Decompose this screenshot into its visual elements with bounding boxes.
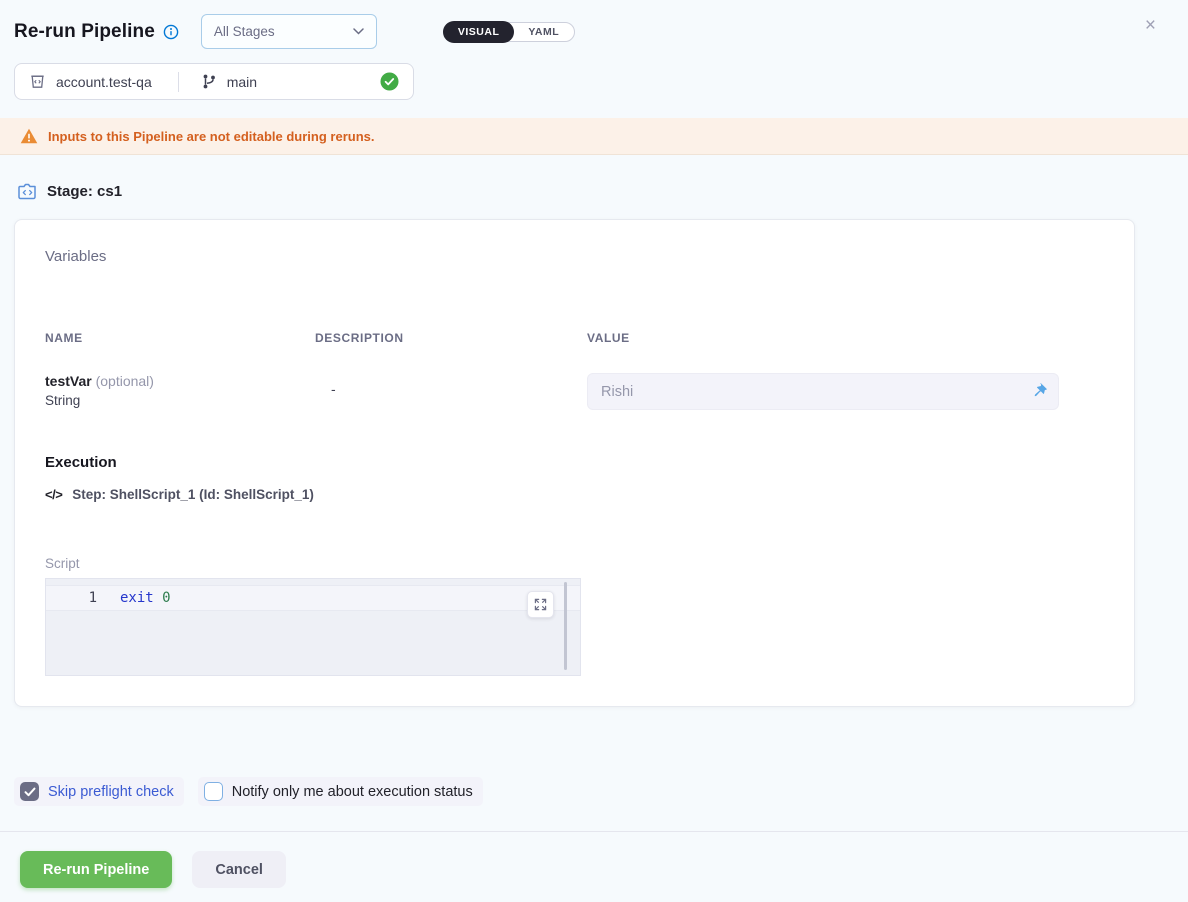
branch-name: main <box>227 74 257 90</box>
visual-yaml-toggle: VISUAL YAML <box>443 22 575 42</box>
step-heading-label: Step: ShellScript_1 (Id: ShellScript_1) <box>72 487 314 502</box>
script-field-label: Script <box>45 556 1104 571</box>
notify-only-me-label: Notify only me about execution status <box>232 784 473 800</box>
variables-table-header: NAME DESCRIPTION VALUE <box>45 331 1104 345</box>
info-icon[interactable] <box>163 24 179 40</box>
repository-name: account.test-qa <box>56 74 152 90</box>
custom-stage-icon <box>17 181 38 202</box>
stage-selector-value: All Stages <box>214 24 275 39</box>
warning-banner-text: Inputs to this Pipeline are not editable… <box>48 129 374 144</box>
modal-header: Re-run Pipeline All Stages VISUAL YAML ×… <box>0 0 1188 100</box>
code-text: exit 0 <box>102 590 171 606</box>
divider <box>178 72 179 92</box>
column-header-name: NAME <box>45 331 315 345</box>
git-branch-icon <box>201 73 217 90</box>
stage-selector-dropdown[interactable]: All Stages <box>201 14 377 49</box>
code-number: 0 <box>162 590 170 606</box>
skip-preflight-checkbox[interactable]: Skip preflight check <box>14 777 184 806</box>
skip-preflight-label: Skip preflight check <box>48 784 174 800</box>
execution-section-title: Execution <box>45 454 1104 471</box>
expand-icon <box>534 598 547 611</box>
column-header-value: VALUE <box>587 331 1104 345</box>
variable-type: String <box>45 393 315 408</box>
chevron-down-icon <box>353 28 364 35</box>
variable-value-cell <box>587 373 1059 410</box>
check-circle-icon <box>380 72 399 91</box>
line-number: 1 <box>46 590 102 606</box>
editor-scrollbar[interactable] <box>564 582 567 670</box>
variable-optional-tag: (optional) <box>92 373 154 389</box>
variable-value-input[interactable] <box>587 373 1059 410</box>
checkbox-unchecked-icon[interactable] <box>204 782 223 801</box>
code-keyword: exit <box>120 590 154 606</box>
stage-heading-label: Stage: cs1 <box>47 183 122 200</box>
column-header-description: DESCRIPTION <box>315 331 587 345</box>
warning-banner: Inputs to this Pipeline are not editable… <box>0 118 1188 155</box>
variable-name: testVar <box>45 373 92 389</box>
variable-description: - <box>315 373 587 397</box>
step-heading: </> Step: ShellScript_1 (Id: ShellScript… <box>45 487 1104 502</box>
rerun-pipeline-button[interactable]: Re-run Pipeline <box>20 851 172 888</box>
stage-form-card: Variables NAME DESCRIPTION VALUE testVar… <box>14 219 1135 707</box>
footer-actions: Re-run Pipeline Cancel <box>0 832 1188 888</box>
code-line[interactable]: 1 exit 0 <box>46 585 580 611</box>
tab-yaml[interactable]: YAML <box>513 21 574 43</box>
close-icon[interactable]: × <box>1145 16 1156 35</box>
script-code-editor[interactable]: 1 exit 0 <box>45 578 581 676</box>
code-step-icon: </> <box>45 487 62 502</box>
expand-editor-button[interactable] <box>527 591 554 618</box>
notify-only-me-checkbox[interactable]: Notify only me about execution status <box>198 777 483 806</box>
variable-name-cell: testVar (optional) String <box>45 373 315 408</box>
repository-icon <box>29 73 46 90</box>
options-row: Skip preflight check Notify only me abou… <box>14 777 1188 806</box>
tab-visual[interactable]: VISUAL <box>443 21 515 43</box>
checkbox-checked-icon[interactable] <box>20 782 39 801</box>
warning-triangle-icon <box>20 128 38 144</box>
pin-icon[interactable] <box>1030 382 1048 400</box>
page-title: Re-run Pipeline <box>14 21 155 43</box>
variables-section-title: Variables <box>45 248 1104 265</box>
variable-row: testVar (optional) String - <box>45 373 1104 410</box>
repo-branch-selector[interactable]: account.test-qa main <box>14 63 414 100</box>
stage-heading: Stage: cs1 <box>17 181 1188 202</box>
cancel-button[interactable]: Cancel <box>192 851 286 888</box>
